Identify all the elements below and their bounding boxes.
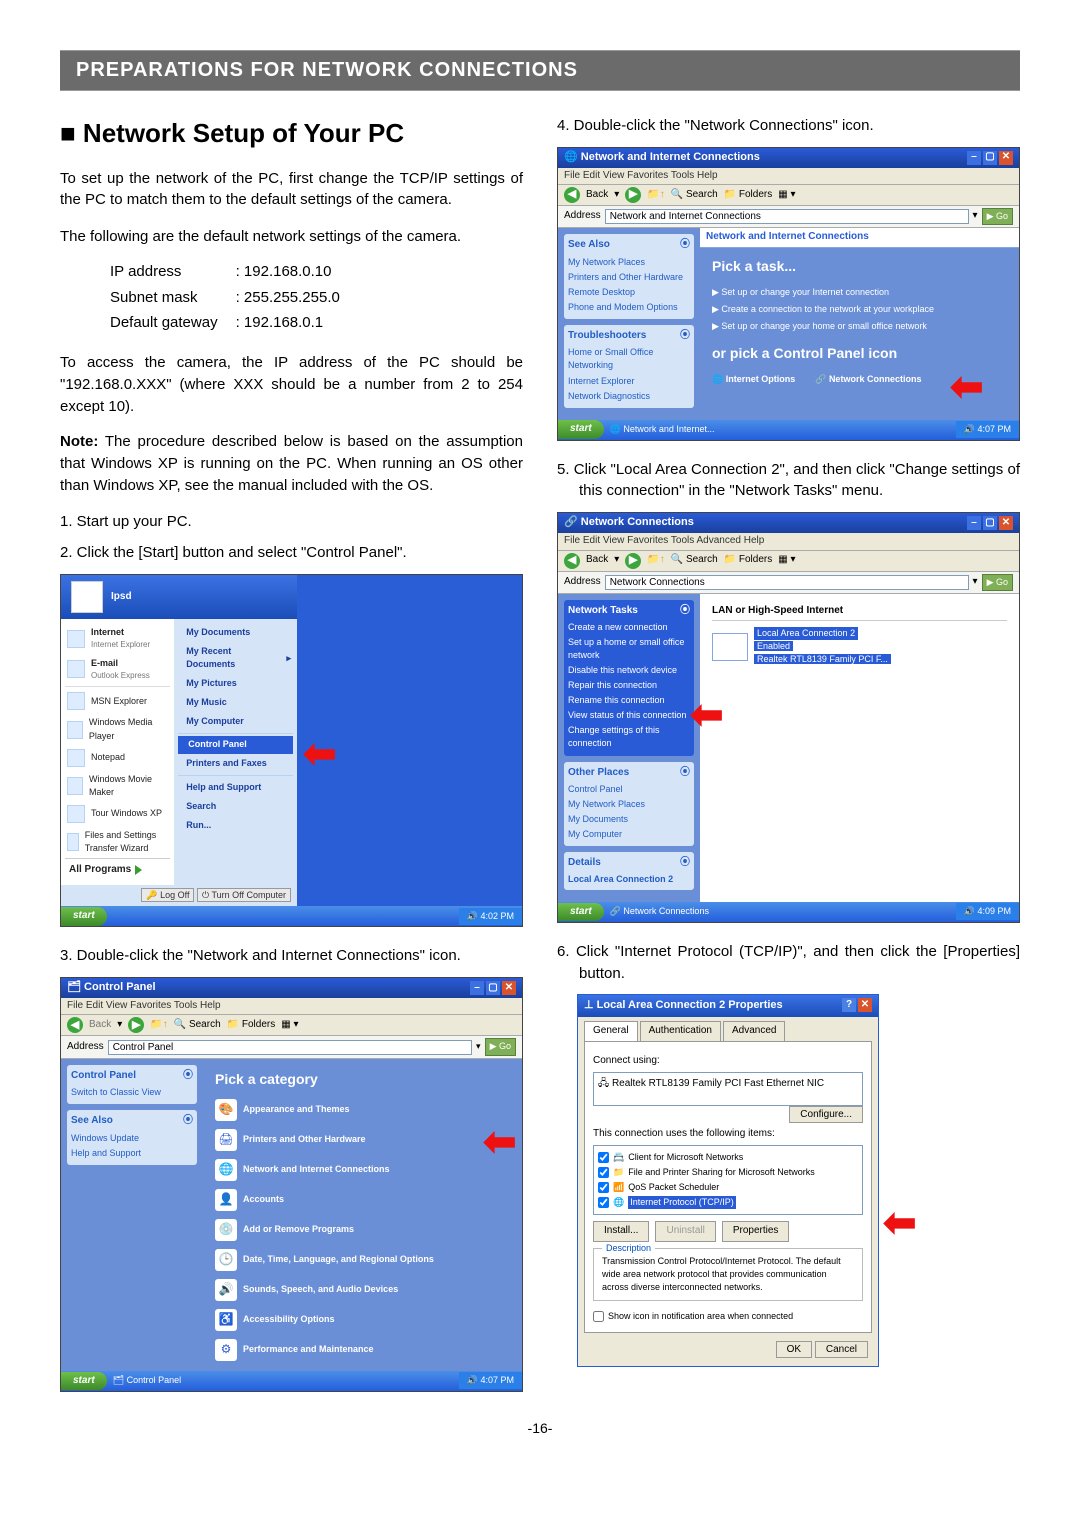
start-button[interactable]: start <box>61 1372 107 1391</box>
arrow-icon: ⬅ <box>883 1194 917 1252</box>
mail-icon <box>67 660 85 678</box>
page-header: PREPARATIONS FOR NETWORK CONNECTIONS <box>60 50 1020 91</box>
screenshot-net-internet: 🌐 Network and Internet Connections –▢✕ F… <box>557 147 1020 441</box>
turnoff-button[interactable]: ⏻ Turn Off Computer <box>197 888 291 902</box>
network-connections-item[interactable]: 🔗 Network Connections <box>815 373 921 386</box>
properties-button[interactable]: Properties <box>722 1221 790 1242</box>
minimize-icon[interactable]: – <box>470 981 484 995</box>
user-avatar <box>71 581 103 613</box>
configure-button[interactable]: Configure... <box>789 1106 863 1123</box>
step-1: 1. Start up your PC. <box>60 511 523 533</box>
screenshot-network-connections: 🔗 Network Connections –▢✕ File Edit View… <box>557 512 1020 923</box>
page-number: -16- <box>60 1420 1020 1436</box>
cancel-button[interactable]: Cancel <box>815 1341 868 1358</box>
start-button[interactable]: start <box>61 907 107 926</box>
username: Ipsd <box>111 590 132 605</box>
section-title: ■ Network Setup of Your PC <box>60 115 523 153</box>
screenshot-control-panel: 🗂 Control Panel –▢✕ File Edit View Favor… <box>60 977 523 1392</box>
close-icon[interactable]: ✕ <box>858 998 872 1012</box>
go-button[interactable]: ▶ Go <box>485 1038 516 1055</box>
close-icon[interactable]: ✕ <box>502 981 516 995</box>
maximize-icon[interactable]: ▢ <box>486 981 500 995</box>
step-3: 3. Double-click the "Network and Interne… <box>60 945 523 967</box>
intro-2: The following are the default network se… <box>60 226 523 248</box>
step-2: 2. Click the [Start] button and select "… <box>60 542 523 564</box>
forward-icon[interactable]: ▶ <box>128 1017 144 1033</box>
tray-time: 🔊 4:02 PM <box>459 908 522 925</box>
install-button[interactable]: Install... <box>593 1221 649 1242</box>
tab-advanced[interactable]: Advanced <box>723 1021 785 1041</box>
tab-auth[interactable]: Authentication <box>640 1021 721 1041</box>
help-icon[interactable]: ? <box>842 998 856 1012</box>
lan-connection-item[interactable]: Local Area Connection 2 Enabled Realtek … <box>712 627 1007 666</box>
uninstall-button: Uninstall <box>655 1221 715 1242</box>
tcpip-item: Internet Protocol (TCP/IP) <box>628 1196 736 1209</box>
all-programs-arrow-icon <box>135 865 142 875</box>
change-settings-link[interactable]: Change settings of this connection <box>568 723 690 751</box>
back-icon[interactable]: ◀ <box>67 1017 83 1033</box>
network-params: IP address: 192.168.0.10 Subnet mask: 25… <box>100 258 350 337</box>
arrow-icon: ⬅ <box>950 358 984 416</box>
ie-icon <box>67 630 85 648</box>
intro-3: To access the camera, the IP address of … <box>60 352 523 417</box>
address-input[interactable] <box>108 1040 472 1055</box>
step-6: 6. Click "Internet Protocol (TCP/IP)", a… <box>557 941 1020 985</box>
step-5: 5. Click "Local Area Connection 2", and … <box>557 459 1020 503</box>
up-icon[interactable]: 📁↑ <box>150 1018 167 1033</box>
network-internet-item[interactable]: 🌐Network and Internet Connections <box>215 1159 390 1181</box>
menu-bar[interactable]: File Edit View Favorites Tools Help <box>61 998 522 1015</box>
screenshot-start-menu: Ipsd InternetInternet Explorer E-mailOut… <box>60 574 523 927</box>
right-column: 4. Double-click the "Network Connections… <box>557 115 1020 1410</box>
pick-category-heading: Pick a category <box>215 1069 510 1089</box>
control-panel-item[interactable]: Control Panel <box>178 736 293 753</box>
intro-1: To set up the network of the PC, first c… <box>60 168 523 212</box>
logoff-button[interactable]: 🔑 Log Off <box>141 888 194 902</box>
tab-general[interactable]: General <box>584 1021 638 1041</box>
dialog-lan-properties: ⊥ Local Area Connection 2 Properties ?✕ … <box>577 994 879 1366</box>
step-4: 4. Double-click the "Network Connections… <box>557 115 1020 137</box>
note: Note: The procedure described below is b… <box>60 431 523 496</box>
ok-button[interactable]: OK <box>776 1341 812 1358</box>
left-column: ■ Network Setup of Your PC To set up the… <box>60 115 523 1410</box>
lan-icon <box>712 633 748 661</box>
